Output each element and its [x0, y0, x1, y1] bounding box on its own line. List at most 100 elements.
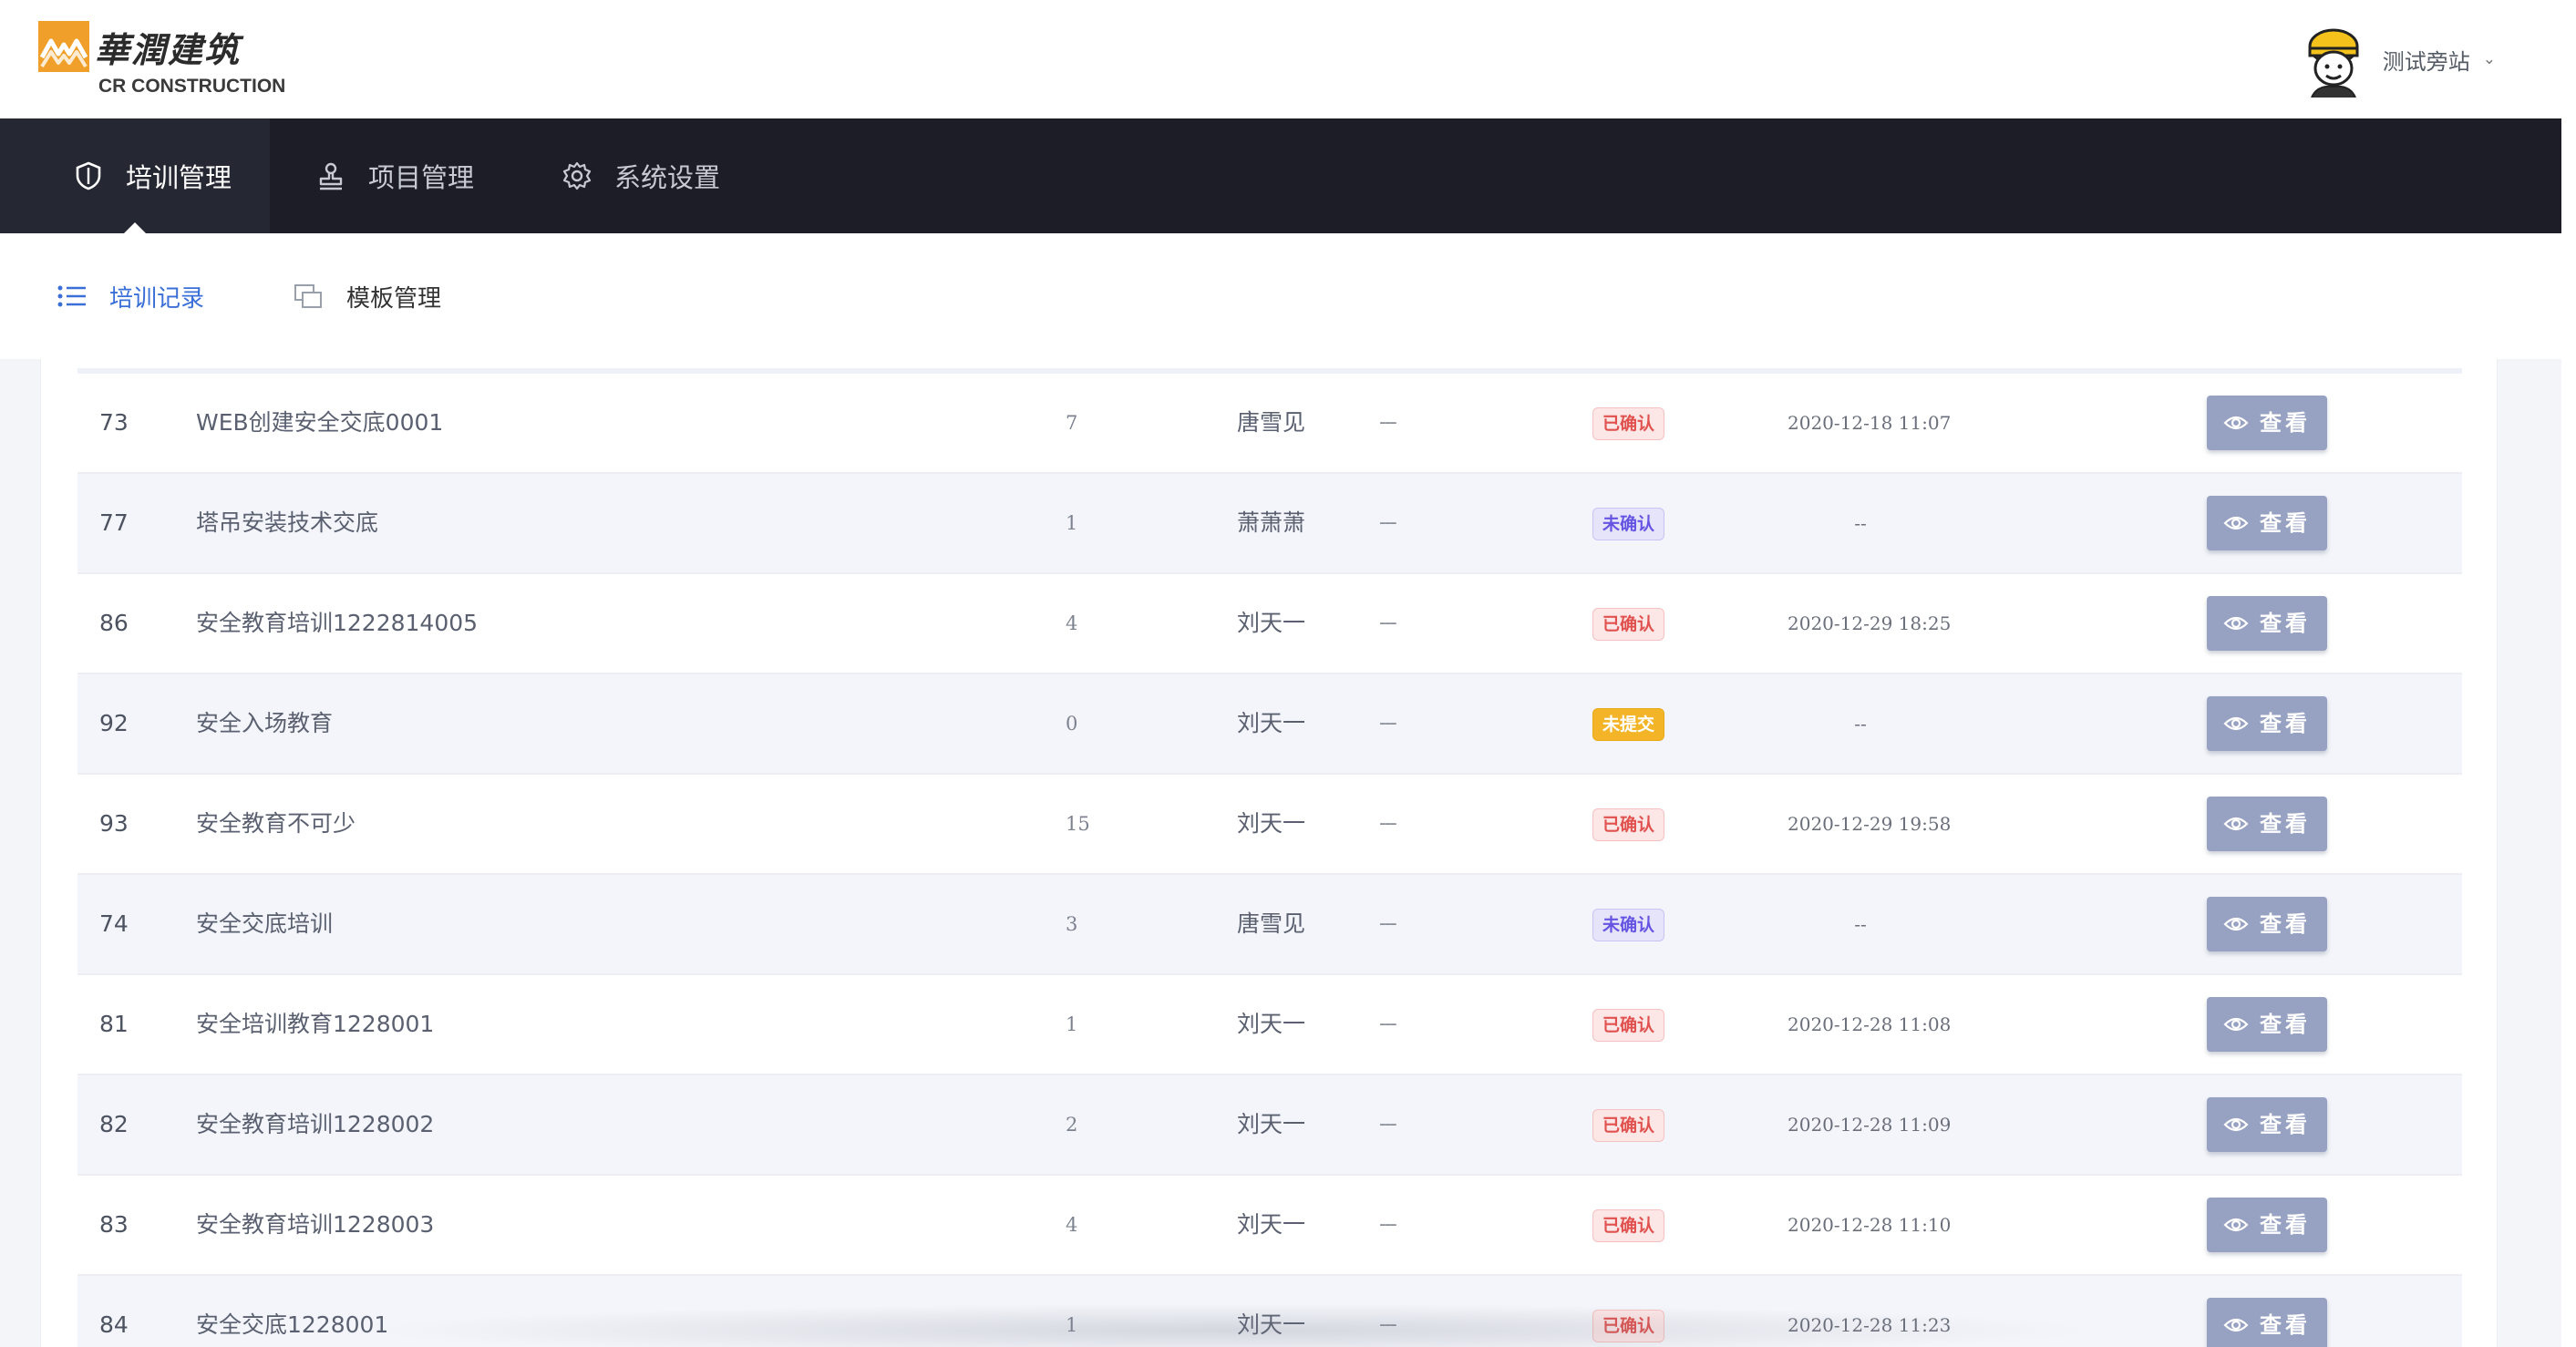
record-time: 2020-12-29 19:58 [1788, 813, 1952, 835]
record-person: 刘天一 [1237, 810, 1306, 837]
status-cell: 已确认 [1592, 574, 1665, 674]
status-cell: 已确认 [1592, 374, 1665, 474]
action-cell: 查看 [2207, 1075, 2327, 1176]
sub-nav-training-records[interactable]: 培训记录 [57, 280, 204, 314]
page: 華潤建筑 CR CONSTRUCTION 测试旁站 ⌄ 培训管理 项目管理 系统… [0, 0, 2576, 1347]
table-row: 74 安全交底培训 3 唐雪见 --- 未确认 -- 查看 [77, 875, 2462, 975]
status-cell: 未确认 [1592, 875, 1665, 975]
main-nav-training[interactable]: 培训管理 [0, 118, 271, 233]
record-extra: --- [1379, 1113, 1397, 1136]
status-badge: 已确认 [1592, 1109, 1665, 1142]
eye-icon [2223, 516, 2249, 530]
avatar-icon[interactable] [2299, 21, 2368, 98]
main-nav-label: 系统设置 [614, 162, 721, 193]
record-extra: --- [1379, 1213, 1397, 1236]
record-name: 安全教育培训1228002 [196, 1111, 435, 1137]
record-extra: --- [1379, 1313, 1397, 1336]
brand-name-en: CR CONSTRUCTION [98, 76, 286, 97]
view-button[interactable]: 查看 [2207, 1097, 2327, 1152]
view-button[interactable]: 查看 [2207, 1298, 2327, 1347]
status-cell: 未确认 [1592, 474, 1665, 574]
status-badge: 已确认 [1592, 1310, 1665, 1342]
eye-icon [2223, 817, 2249, 831]
status-cell: 未提交 [1592, 674, 1665, 775]
eye-icon [2223, 716, 2249, 731]
record-person: 刘天一 [1237, 1311, 1306, 1338]
content-panel: 73 WEB创建安全交底0001 7 唐雪见 --- 已确认 2020-12-18 11:0… [40, 359, 2498, 1347]
brand-name-cn: 華潤建筑 [95, 29, 242, 70]
cr-logo-icon [38, 21, 89, 72]
record-id: 86 [99, 610, 129, 636]
view-button-label: 查看 [2260, 1312, 2311, 1338]
record-person: 刘天一 [1237, 710, 1306, 736]
view-button-label: 查看 [2260, 410, 2311, 436]
record-count: 1 [1066, 1314, 1078, 1336]
view-button[interactable]: 查看 [2207, 496, 2327, 550]
action-cell: 查看 [2207, 1176, 2327, 1276]
record-time: -- [1854, 913, 1867, 935]
record-count: 4 [1066, 1214, 1078, 1236]
record-person: 萧萧萧 [1237, 509, 1306, 536]
view-button-label: 查看 [2260, 1012, 2311, 1037]
stamp-icon [319, 162, 343, 190]
record-time: 2020-12-28 11:23 [1788, 1314, 1952, 1336]
record-time: 2020-12-18 11:07 [1788, 412, 1952, 434]
record-time: -- [1854, 512, 1867, 534]
table-row: 82 安全教育培训1228002 2 刘天一 --- 已确认 2020-12-28 11:0… [77, 1075, 2462, 1176]
record-name: 安全教育培训1222814005 [196, 610, 479, 636]
records-table: 73 WEB创建安全交底0001 7 唐雪见 --- 已确认 2020-12-18 11:0… [77, 368, 2462, 1347]
record-person: 刘天一 [1237, 1011, 1306, 1037]
sub-nav-template-management[interactable]: 模板管理 [294, 280, 441, 314]
record-id: 93 [99, 810, 129, 837]
top-header: 華潤建筑 CR CONSTRUCTION 测试旁站 ⌄ [0, 0, 2561, 118]
record-extra: --- [1379, 612, 1397, 634]
table-row: 93 安全教育不可少 15 刘天一 --- 已确认 2020-12-29 19:58 查看 [77, 775, 2462, 875]
chevron-down-icon[interactable]: ⌄ [2483, 50, 2496, 68]
user-name[interactable]: 测试旁站 [2383, 44, 2470, 76]
main-nav: 培训管理 项目管理 系统设置 [0, 118, 2561, 233]
record-person: 刘天一 [1237, 1111, 1306, 1137]
status-badge: 已确认 [1592, 1009, 1665, 1042]
view-button[interactable]: 查看 [2207, 396, 2327, 450]
record-name: 安全教育不可少 [196, 810, 356, 837]
record-id: 73 [99, 409, 129, 436]
record-count: 4 [1066, 612, 1078, 634]
status-cell: 已确认 [1592, 1276, 1665, 1347]
record-person: 唐雪见 [1237, 409, 1306, 436]
record-extra: --- [1379, 712, 1397, 735]
brand-logo[interactable]: 華潤建筑 CR CONSTRUCTION [38, 9, 285, 109]
record-extra: --- [1379, 411, 1397, 434]
action-cell: 查看 [2207, 775, 2327, 875]
main-nav-project[interactable]: 项目管理 [270, 118, 516, 233]
record-person: 唐雪见 [1237, 910, 1306, 937]
view-button[interactable]: 查看 [2207, 797, 2327, 851]
record-person: 刘天一 [1237, 610, 1306, 636]
view-button[interactable]: 查看 [2207, 696, 2327, 751]
user-menu[interactable]: 测试旁站 ⌄ [2299, 21, 2496, 98]
record-extra: --- [1379, 1013, 1397, 1035]
list-icon [57, 285, 86, 307]
view-button[interactable]: 查看 [2207, 1198, 2327, 1252]
main-nav-label: 项目管理 [368, 162, 475, 193]
view-button[interactable]: 查看 [2207, 897, 2327, 951]
view-button[interactable]: 查看 [2207, 596, 2327, 651]
table-row: 84 安全交底1228001 1 刘天一 --- 已确认 2020-12-28 11:23 查… [77, 1276, 2462, 1347]
record-name: 塔吊安装技术交底 [196, 509, 379, 536]
action-cell: 查看 [2207, 875, 2327, 975]
record-time: 2020-12-28 11:09 [1788, 1114, 1952, 1136]
record-time: -- [1854, 713, 1867, 735]
record-extra: --- [1379, 511, 1397, 534]
record-time: 2020-12-28 11:10 [1788, 1214, 1952, 1236]
eye-icon [2223, 1117, 2249, 1132]
gear-icon [562, 161, 592, 190]
table-row: 77 塔吊安装技术交底 1 萧萧萧 --- 未确认 -- 查看 [77, 474, 2462, 574]
view-button-label: 查看 [2260, 911, 2311, 937]
action-cell: 查看 [2207, 374, 2327, 474]
table-row: 83 安全教育培训1228003 4 刘天一 --- 已确认 2020-12-28 11:1… [77, 1176, 2462, 1276]
record-count: 0 [1066, 713, 1078, 735]
view-button-label: 查看 [2260, 1212, 2311, 1238]
main-nav-settings[interactable]: 系统设置 [516, 118, 762, 233]
view-button[interactable]: 查看 [2207, 997, 2327, 1052]
record-person: 刘天一 [1237, 1211, 1306, 1238]
record-extra: --- [1379, 912, 1397, 935]
